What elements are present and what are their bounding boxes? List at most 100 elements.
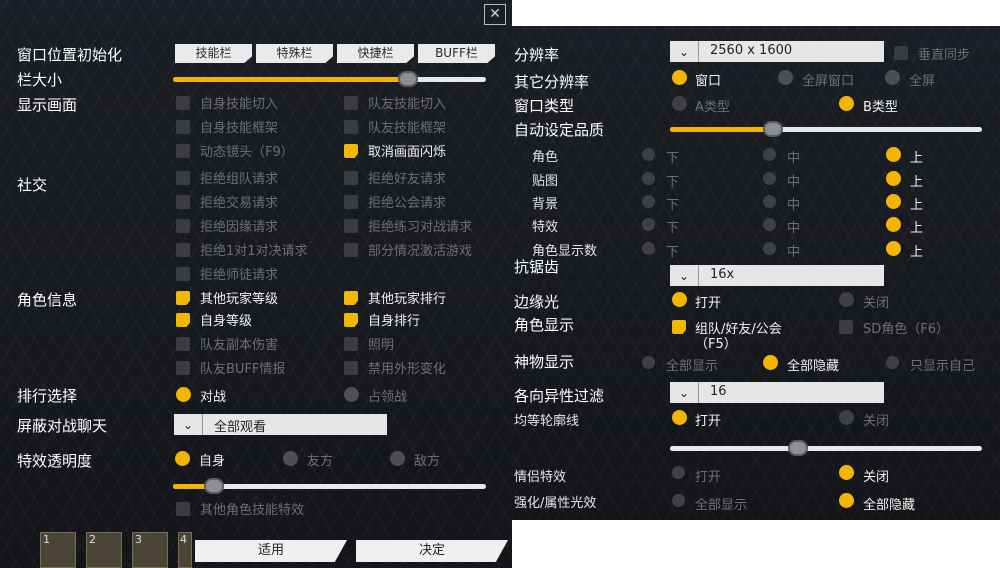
- couple-off-radio[interactable]: [839, 465, 854, 480]
- outline-handle[interactable]: [787, 440, 808, 456]
- type-a-radio[interactable]: [672, 96, 687, 111]
- buff-bar-button[interactable]: BUFF栏: [418, 44, 495, 63]
- party-friend-guild-checkbox[interactable]: [672, 320, 686, 334]
- quality-char-low-radio[interactable]: [642, 148, 655, 161]
- resolution-dropdown[interactable]: ⌄ 2560 x 1600: [670, 41, 884, 62]
- quality-texture-mid-radio[interactable]: [763, 172, 776, 185]
- quality-effect-low-radio[interactable]: [642, 218, 655, 231]
- char-info-label: 角色信息: [17, 291, 78, 309]
- other-level-checkbox[interactable]: [176, 291, 190, 305]
- lighting-label: 照明: [368, 338, 395, 353]
- quality-char-high-radio[interactable]: [886, 147, 901, 162]
- cancel-flash-label: 取消画面闪烁: [368, 145, 447, 160]
- quality-bg-low-radio[interactable]: [642, 195, 655, 208]
- edge-light-off-radio[interactable]: [839, 292, 854, 307]
- outline-on-radio[interactable]: [672, 410, 687, 425]
- window-pos-label: 窗口位置初始化: [17, 46, 123, 64]
- quality-texture-high-radio[interactable]: [886, 171, 901, 186]
- refuse-friend-label: 拒绝好友请求: [368, 172, 447, 187]
- enhance-hide-radio[interactable]: [839, 493, 854, 508]
- bar-size-fill: [173, 77, 408, 82]
- effect-self-label: 自身: [199, 454, 226, 469]
- self-skill-cutin-label: 自身技能切入: [200, 97, 279, 112]
- auto-quality-handle[interactable]: [762, 121, 783, 137]
- self-level-checkbox[interactable]: [176, 313, 190, 327]
- quality-effect-mid-radio[interactable]: [763, 218, 776, 231]
- edge-light-on-radio[interactable]: [672, 292, 687, 307]
- effect-enemy-label: 敌方: [414, 454, 441, 469]
- quality-char-mid-radio[interactable]: [763, 148, 776, 161]
- disable-transform-label: 禁用外形变化: [368, 362, 447, 377]
- type-b-radio[interactable]: [839, 96, 854, 111]
- hotbar-slot[interactable]: 4: [178, 532, 192, 568]
- team-dungeon-dmg-label: 队友副本伤害: [200, 338, 279, 353]
- hotbar-slot[interactable]: 1: [40, 532, 76, 568]
- hotbar: 1 2 3 4: [40, 526, 192, 568]
- bar-size-handle[interactable]: [397, 71, 418, 87]
- windowed-radio[interactable]: [672, 70, 687, 85]
- quality-texture-high-label: 上: [910, 175, 924, 190]
- quality-count-low-radio[interactable]: [642, 242, 655, 255]
- quality-effect-label: 特效: [532, 220, 559, 235]
- display-label: 显示画面: [17, 96, 78, 114]
- effect-self-radio[interactable]: [175, 451, 190, 466]
- auto-quality-slider[interactable]: [670, 127, 982, 132]
- close-button[interactable]: ✕: [484, 4, 506, 25]
- quality-char-high-label: 上: [910, 151, 924, 166]
- skill-bar-button[interactable]: 技能栏: [175, 44, 252, 63]
- quality-bg-high-radio[interactable]: [886, 194, 901, 209]
- block-chat-dropdown[interactable]: ⌄ 全部观看: [174, 414, 387, 435]
- outline-off-radio[interactable]: [839, 410, 854, 425]
- special-bar-button[interactable]: 特殊栏: [256, 44, 333, 63]
- self-level-label: 自身等级: [200, 314, 253, 329]
- quality-effect-mid-label: 中: [787, 221, 801, 236]
- effect-friend-label: 友方: [307, 454, 334, 469]
- rank-battle-radio[interactable]: [176, 387, 191, 402]
- team-skill-cutin-label: 队友技能切入: [368, 97, 447, 112]
- quality-count-mid-radio[interactable]: [763, 242, 776, 255]
- other-level-label: 其他玩家等级: [200, 292, 279, 307]
- artifact-self-radio[interactable]: [886, 356, 899, 369]
- antialias-value: 16x: [710, 267, 735, 282]
- other-rank-checkbox[interactable]: [344, 291, 358, 305]
- partial-activate-checkbox: [344, 243, 358, 257]
- block-chat-label: 屏蔽对战聊天: [17, 417, 108, 435]
- rank-occupy-label: 占领战: [368, 390, 408, 405]
- enhance-show-radio[interactable]: [672, 494, 685, 507]
- self-rank-checkbox[interactable]: [344, 313, 358, 327]
- quality-texture-low-radio[interactable]: [642, 172, 655, 185]
- quality-effect-high-radio[interactable]: [886, 217, 901, 232]
- refuse-duel-checkbox: [176, 243, 190, 257]
- rank-battle-label: 对战: [200, 390, 227, 405]
- fullscreen-radio[interactable]: [885, 70, 900, 85]
- cancel-flash-checkbox[interactable]: [344, 144, 358, 158]
- effect-alpha-handle[interactable]: [203, 478, 224, 494]
- couple-label: 情侣特效: [514, 470, 567, 485]
- quick-bar-button[interactable]: 快捷栏: [337, 44, 414, 63]
- refuse-mentor-label: 拒绝师徒请求: [200, 268, 279, 283]
- team-buff-info-checkbox: [176, 361, 190, 375]
- effect-friend-radio[interactable]: [283, 451, 298, 466]
- artifact-all-radio[interactable]: [642, 356, 655, 369]
- artifact-hide-radio[interactable]: [763, 355, 778, 370]
- team-dungeon-dmg-checkbox: [176, 337, 190, 351]
- chevron-down-icon: ⌄: [670, 265, 699, 286]
- quality-bg-mid-radio[interactable]: [763, 195, 776, 208]
- effect-enemy-radio[interactable]: [390, 451, 405, 466]
- quality-count-high-radio[interactable]: [886, 241, 901, 256]
- outline-slider[interactable]: [670, 446, 982, 451]
- quality-char-mid-label: 中: [787, 151, 801, 166]
- couple-on-radio[interactable]: [672, 466, 685, 479]
- antialias-dropdown[interactable]: ⌄ 16x: [670, 265, 884, 286]
- refuse-party-label: 拒绝组队请求: [200, 172, 279, 187]
- confirm-button[interactable]: 决定: [356, 540, 508, 562]
- artifact-self-label: 只显示自己: [910, 359, 976, 374]
- hotbar-slot[interactable]: 3: [132, 532, 168, 568]
- borderless-radio[interactable]: [778, 70, 793, 85]
- aniso-dropdown[interactable]: ⌄ 16: [670, 382, 884, 403]
- hotbar-slot[interactable]: 2: [86, 532, 122, 568]
- bar-size-slider[interactable]: [173, 77, 486, 82]
- window-type-label: 窗口类型: [514, 97, 575, 115]
- apply-button[interactable]: 适用: [195, 540, 347, 562]
- rank-occupy-radio[interactable]: [344, 387, 359, 402]
